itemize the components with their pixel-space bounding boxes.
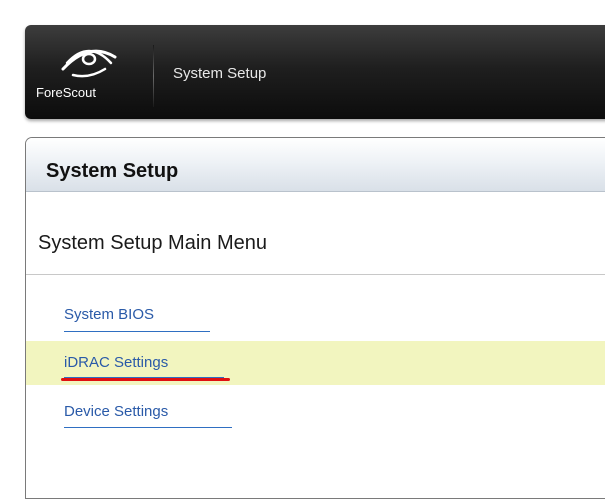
- logo-text: ForeScout: [36, 85, 96, 100]
- red-annotation-underline: [61, 378, 230, 381]
- header-title: System Setup: [173, 65, 267, 82]
- menu-item-device-settings[interactable]: Device Settings: [26, 390, 605, 434]
- top-header-bar: ForeScout System Setup: [25, 25, 605, 119]
- menu-item-idrac-settings[interactable]: iDRAC Settings: [26, 341, 605, 385]
- header-divider: [153, 45, 154, 107]
- system-bios-link[interactable]: System BIOS: [64, 306, 154, 323]
- panel-title: System Setup: [46, 160, 179, 182]
- link-underline: [64, 331, 210, 332]
- device-settings-link[interactable]: Device Settings: [64, 403, 168, 420]
- forescout-logo: ForeScout: [25, 25, 155, 119]
- forescout-eye-logo-icon: [61, 49, 117, 78]
- system-setup-panel: System Setup System Setup Main Menu Syst…: [25, 137, 605, 499]
- main-menu-title: System Setup Main Menu: [38, 232, 267, 254]
- menu-title-row: System Setup Main Menu: [26, 192, 605, 275]
- idrac-settings-link[interactable]: iDRAC Settings: [64, 354, 168, 371]
- menu-item-system-bios[interactable]: System BIOS: [26, 293, 605, 337]
- link-underline: [64, 427, 232, 428]
- panel-header: System Setup: [26, 138, 605, 192]
